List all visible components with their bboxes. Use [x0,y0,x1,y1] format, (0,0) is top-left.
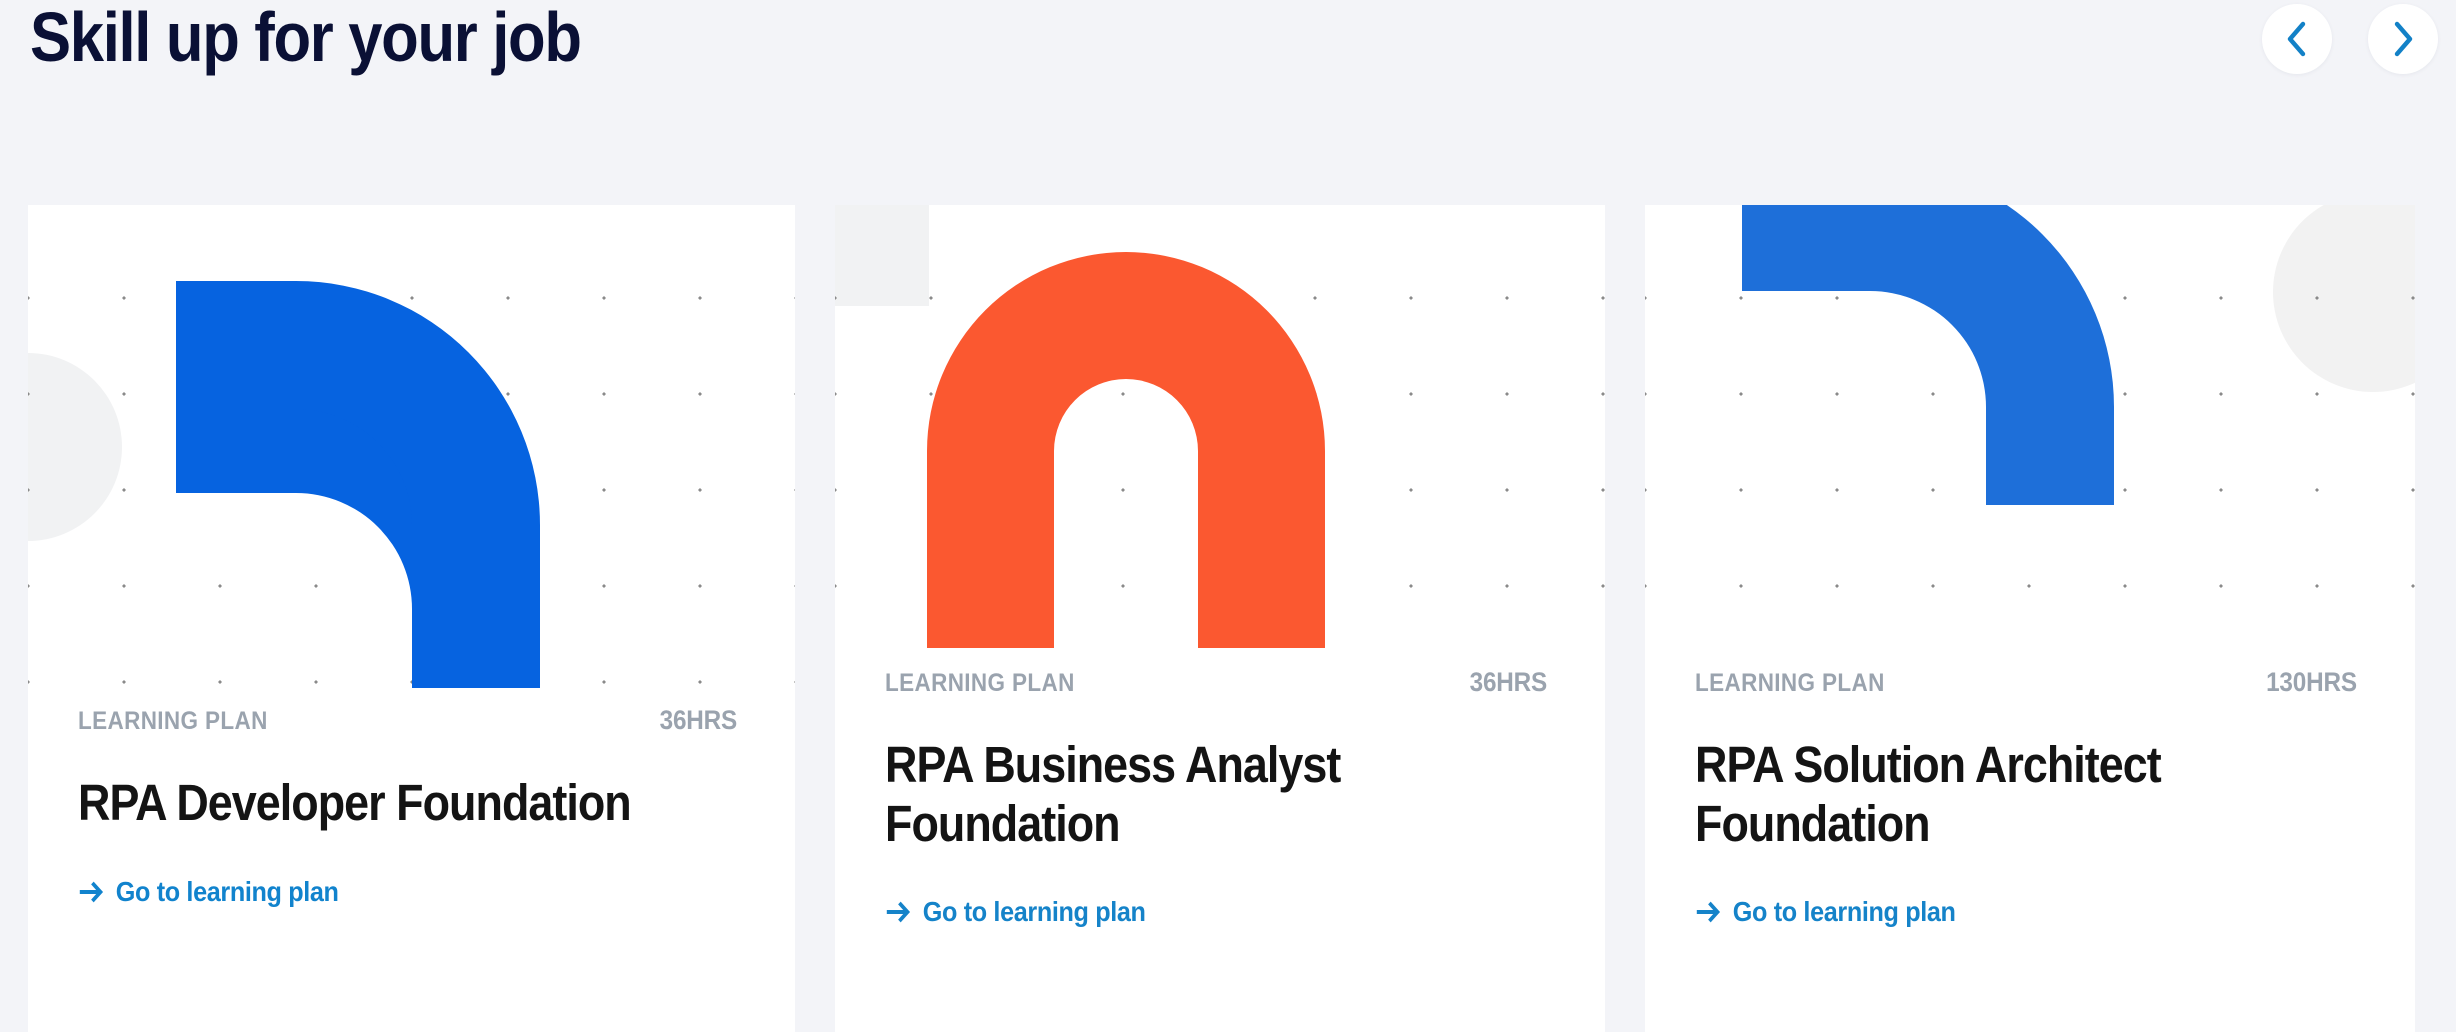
link-label: Go to learning plan [116,876,339,908]
learning-plan-carousel[interactable]: LEARNING PLAN 36HRS RPA Developer Founda… [0,205,2456,1032]
skill-up-carousel-section: Skill up for your job [0,0,2456,1032]
card-graphic [28,205,795,688]
go-to-learning-plan-link[interactable]: Go to learning plan [78,876,339,908]
card-content: LEARNING PLAN 36HRS RPA Developer Founda… [28,688,795,910]
link-label: Go to learning plan [923,896,1146,928]
card-content: LEARNING PLAN 130HRS RPA Solution Archit… [1645,650,2415,930]
card-graphic [1645,205,2415,650]
card-category-label: LEARNING PLAN [1695,669,1885,698]
card-graphic [835,205,1605,650]
carousel-prev-button[interactable] [2262,4,2332,74]
card-category-label: LEARNING PLAN [78,707,268,736]
orange-half-ring-graphic [835,205,1605,650]
section-header: Skill up for your job [0,0,2456,205]
carousel-next-button[interactable] [2368,4,2438,74]
card-category-label: LEARNING PLAN [885,669,1075,698]
card-title: RPA Developer Foundation [78,774,747,833]
card-title: RPA Solution Architect Foundation [1695,736,2367,853]
arrow-right-icon [1695,899,1722,925]
link-label: Go to learning plan [1733,896,1956,928]
arrow-right-icon [78,879,105,905]
learning-plan-card[interactable]: LEARNING PLAN 36HRS RPA Business Analyst… [835,205,1605,1032]
go-to-learning-plan-link[interactable]: Go to learning plan [1695,896,1956,928]
blue-quarter-arc-graphic [1645,205,2415,650]
card-meta-row: LEARNING PLAN 130HRS [1695,650,2365,698]
arrow-right-icon [885,899,912,925]
learning-plan-card[interactable]: LEARNING PLAN 36HRS RPA Developer Founda… [28,205,795,1032]
card-hours-badge: 36HRS [660,705,737,736]
chevron-left-icon [2284,19,2310,59]
card-meta-row: LEARNING PLAN 36HRS [885,650,1555,698]
chevron-right-icon [2390,19,2416,59]
blue-quarter-arc-graphic [28,205,795,688]
card-title: RPA Business Analyst Foundation [885,736,1557,853]
card-hours-badge: 36HRS [1470,667,1547,698]
card-content: LEARNING PLAN 36HRS RPA Business Analyst… [835,650,1605,930]
page-title: Skill up for your job [30,0,581,82]
card-meta-row: LEARNING PLAN 36HRS [78,688,745,736]
learning-plan-card[interactable]: LEARNING PLAN 130HRS RPA Solution Archit… [1645,205,2415,1032]
carousel-navigation [2262,4,2438,74]
go-to-learning-plan-link[interactable]: Go to learning plan [885,896,1146,928]
card-hours-badge: 130HRS [2266,667,2357,698]
